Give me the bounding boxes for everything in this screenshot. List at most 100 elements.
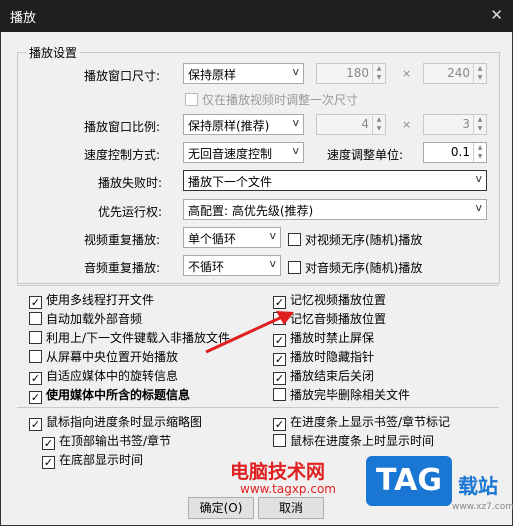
video-repeat-select[interactable]: 单个循环 v	[183, 227, 281, 248]
checkbox-label: 鼠标在进度条上时显示时间	[290, 434, 435, 448]
height-value: 240	[447, 66, 470, 80]
checkbox-icon	[29, 331, 42, 344]
video-repeat-value: 单个循环	[188, 232, 237, 246]
playback-settings-group	[17, 52, 500, 284]
checkbox-icon	[273, 388, 286, 401]
chevron-down-icon: v	[292, 116, 299, 129]
window-ratio-value: 保持原样(推荐)	[188, 119, 270, 133]
chevron-down-icon: v	[475, 201, 482, 214]
checkbox-icon	[29, 350, 42, 363]
watermark-site: 电脑技术网	[230, 461, 326, 483]
ratio-a-stepper[interactable]: 4 ▲ ▼	[316, 114, 386, 135]
window-size-select[interactable]: 保持原样 v	[183, 63, 304, 84]
option-checkbox[interactable]: ✓ 使用媒体中所含的标题信息	[29, 386, 190, 404]
times-icon: ×	[402, 67, 412, 80]
option-checkbox[interactable]: ✓ 鼠标指向进度条时显示缩略图	[29, 413, 202, 431]
chevron-down-icon: v	[292, 144, 299, 157]
width-stepper[interactable]: 180 ▲ ▼	[316, 63, 386, 84]
priority-select[interactable]: 高配置: 高优先级(推荐) v	[183, 199, 487, 220]
ratio-a-value: 4	[361, 117, 369, 131]
window-size-label: 播放窗口尺寸:	[84, 69, 161, 83]
option-checkbox[interactable]: ✓ 在进度条上显示书签/章节标记	[273, 413, 450, 431]
checkbox-label: 在进度条上显示书签/章节标记	[290, 415, 451, 429]
checkbox-icon: ✓	[42, 456, 55, 469]
cancel-button[interactable]: 取消	[258, 497, 324, 519]
window-title: 播放	[10, 11, 37, 26]
height-stepper[interactable]: 240 ▲ ▼	[423, 63, 487, 84]
checkbox-label: 使用媒体中所含的标题信息	[46, 388, 191, 402]
option-checkbox[interactable]: ✓ 在顶部输出书签/章节	[42, 432, 171, 450]
speed-control-label: 速度控制方式:	[84, 148, 161, 162]
checkbox-icon	[29, 312, 42, 325]
option-checkbox[interactable]: 鼠标在进度条上时显示时间	[273, 432, 434, 449]
spin-arrows-icon[interactable]: ▲ ▼	[473, 115, 486, 134]
on-fail-label: 播放失败时:	[98, 176, 163, 190]
checkbox-label: 播放结束后关闭	[290, 369, 375, 383]
checkbox-label: 自适应媒体中的旋转信息	[46, 369, 179, 383]
ok-button[interactable]: 确定(O)	[188, 497, 254, 519]
on-fail-select[interactable]: 播放下一个文件 v	[183, 170, 487, 191]
video-repeat-label: 视频重复播放:	[84, 233, 161, 247]
checkbox-label: 对音频无序(随机)播放	[305, 261, 423, 275]
checkbox-icon: ✓	[273, 372, 286, 385]
spin-arrows-icon[interactable]: ▲ ▼	[372, 115, 385, 134]
checkbox-icon	[185, 93, 198, 106]
tag-logo: TAG	[366, 456, 452, 506]
ratio-b-stepper[interactable]: 3 ▲ ▼	[423, 114, 487, 135]
checkbox-label: 鼠标指向进度条时显示缩略图	[46, 415, 203, 429]
spin-arrows-icon[interactable]: ▲ ▼	[473, 143, 486, 162]
checkbox-icon	[273, 434, 286, 447]
chevron-down-icon: v	[269, 257, 276, 270]
option-checkbox[interactable]: ✓ 在底部显示时间	[42, 451, 143, 469]
checkbox-icon	[288, 233, 301, 246]
video-random-checkbox[interactable]: 对视频无序(随机)播放	[288, 231, 422, 248]
divider	[17, 407, 499, 408]
only-once-checkbox[interactable]: 仅在播放视频时调整一次尺寸	[185, 91, 358, 108]
checkbox-label: 播放时禁止屏保	[290, 331, 375, 345]
option-checkbox[interactable]: 从屏幕中央位置开始播放	[29, 348, 178, 365]
title-bar: 播放 ✕	[0, 0, 513, 32]
option-checkbox[interactable]: 自动加载外部音频	[29, 310, 142, 327]
checkbox-label: 从屏幕中央位置开始播放	[46, 350, 179, 364]
option-checkbox[interactable]: ✓ 播放结束后关闭	[273, 367, 374, 385]
spin-arrows-icon[interactable]: ▲ ▼	[473, 64, 486, 83]
speed-unit-label: 速度调整单位:	[327, 148, 404, 162]
checkbox-icon: ✓	[29, 372, 42, 385]
option-checkbox[interactable]: ✓ 自适应媒体中的旋转信息	[29, 367, 178, 385]
checkbox-icon: ✓	[42, 437, 55, 450]
checkbox-icon: ✓	[29, 418, 42, 431]
checkbox-icon: ✓	[273, 418, 286, 431]
priority-value: 高配置: 高优先级(推荐)	[188, 204, 314, 218]
priority-label: 优先运行权:	[98, 205, 163, 219]
tag-logo-side: 载站	[458, 474, 498, 498]
watermark-url: www.tagxp.com	[240, 482, 336, 496]
checkbox-icon	[288, 261, 301, 274]
audio-random-checkbox[interactable]: 对音频无序(随机)播放	[288, 259, 422, 276]
group-title: 播放设置	[26, 44, 81, 61]
checkbox-label: 在底部显示时间	[59, 453, 144, 467]
checkbox-icon: ✓	[29, 296, 42, 309]
checkbox-label: 记忆音频播放位置	[290, 312, 387, 326]
window-ratio-select[interactable]: 保持原样(推荐) v	[183, 114, 304, 135]
checkbox-label: 播放完毕删除相关文件	[290, 388, 411, 402]
option-checkbox[interactable]: ✓ 使用多线程打开文件	[29, 291, 154, 309]
times-icon: ×	[402, 118, 412, 131]
checkbox-label: 播放时隐藏指针	[290, 350, 375, 364]
checkbox-label: 自动加载外部音频	[46, 312, 143, 326]
chevron-down-icon: v	[475, 172, 482, 185]
on-fail-value: 播放下一个文件	[188, 175, 273, 189]
checkbox-label: 在顶部输出书签/章节	[59, 434, 172, 448]
ratio-b-value: 3	[462, 117, 470, 131]
audio-repeat-label: 音频重复播放:	[84, 261, 161, 275]
close-icon[interactable]: ✕	[490, 6, 503, 24]
window-ratio-label: 播放窗口比例:	[84, 120, 161, 134]
red-arrow-icon	[205, 311, 294, 354]
tag-logo-url: www.xz7.com	[452, 502, 513, 512]
spin-arrows-icon[interactable]: ▲ ▼	[372, 64, 385, 83]
checkbox-label: 记忆视频播放位置	[290, 293, 387, 307]
speed-unit-stepper[interactable]: 0.1 ▲ ▼	[423, 142, 487, 163]
audio-repeat-value: 不循环	[188, 260, 225, 274]
option-checkbox[interactable]: 播放完毕删除相关文件	[273, 386, 410, 403]
audio-repeat-select[interactable]: 不循环 v	[183, 255, 281, 276]
speed-control-select[interactable]: 无回音速度控制 v	[183, 142, 304, 163]
